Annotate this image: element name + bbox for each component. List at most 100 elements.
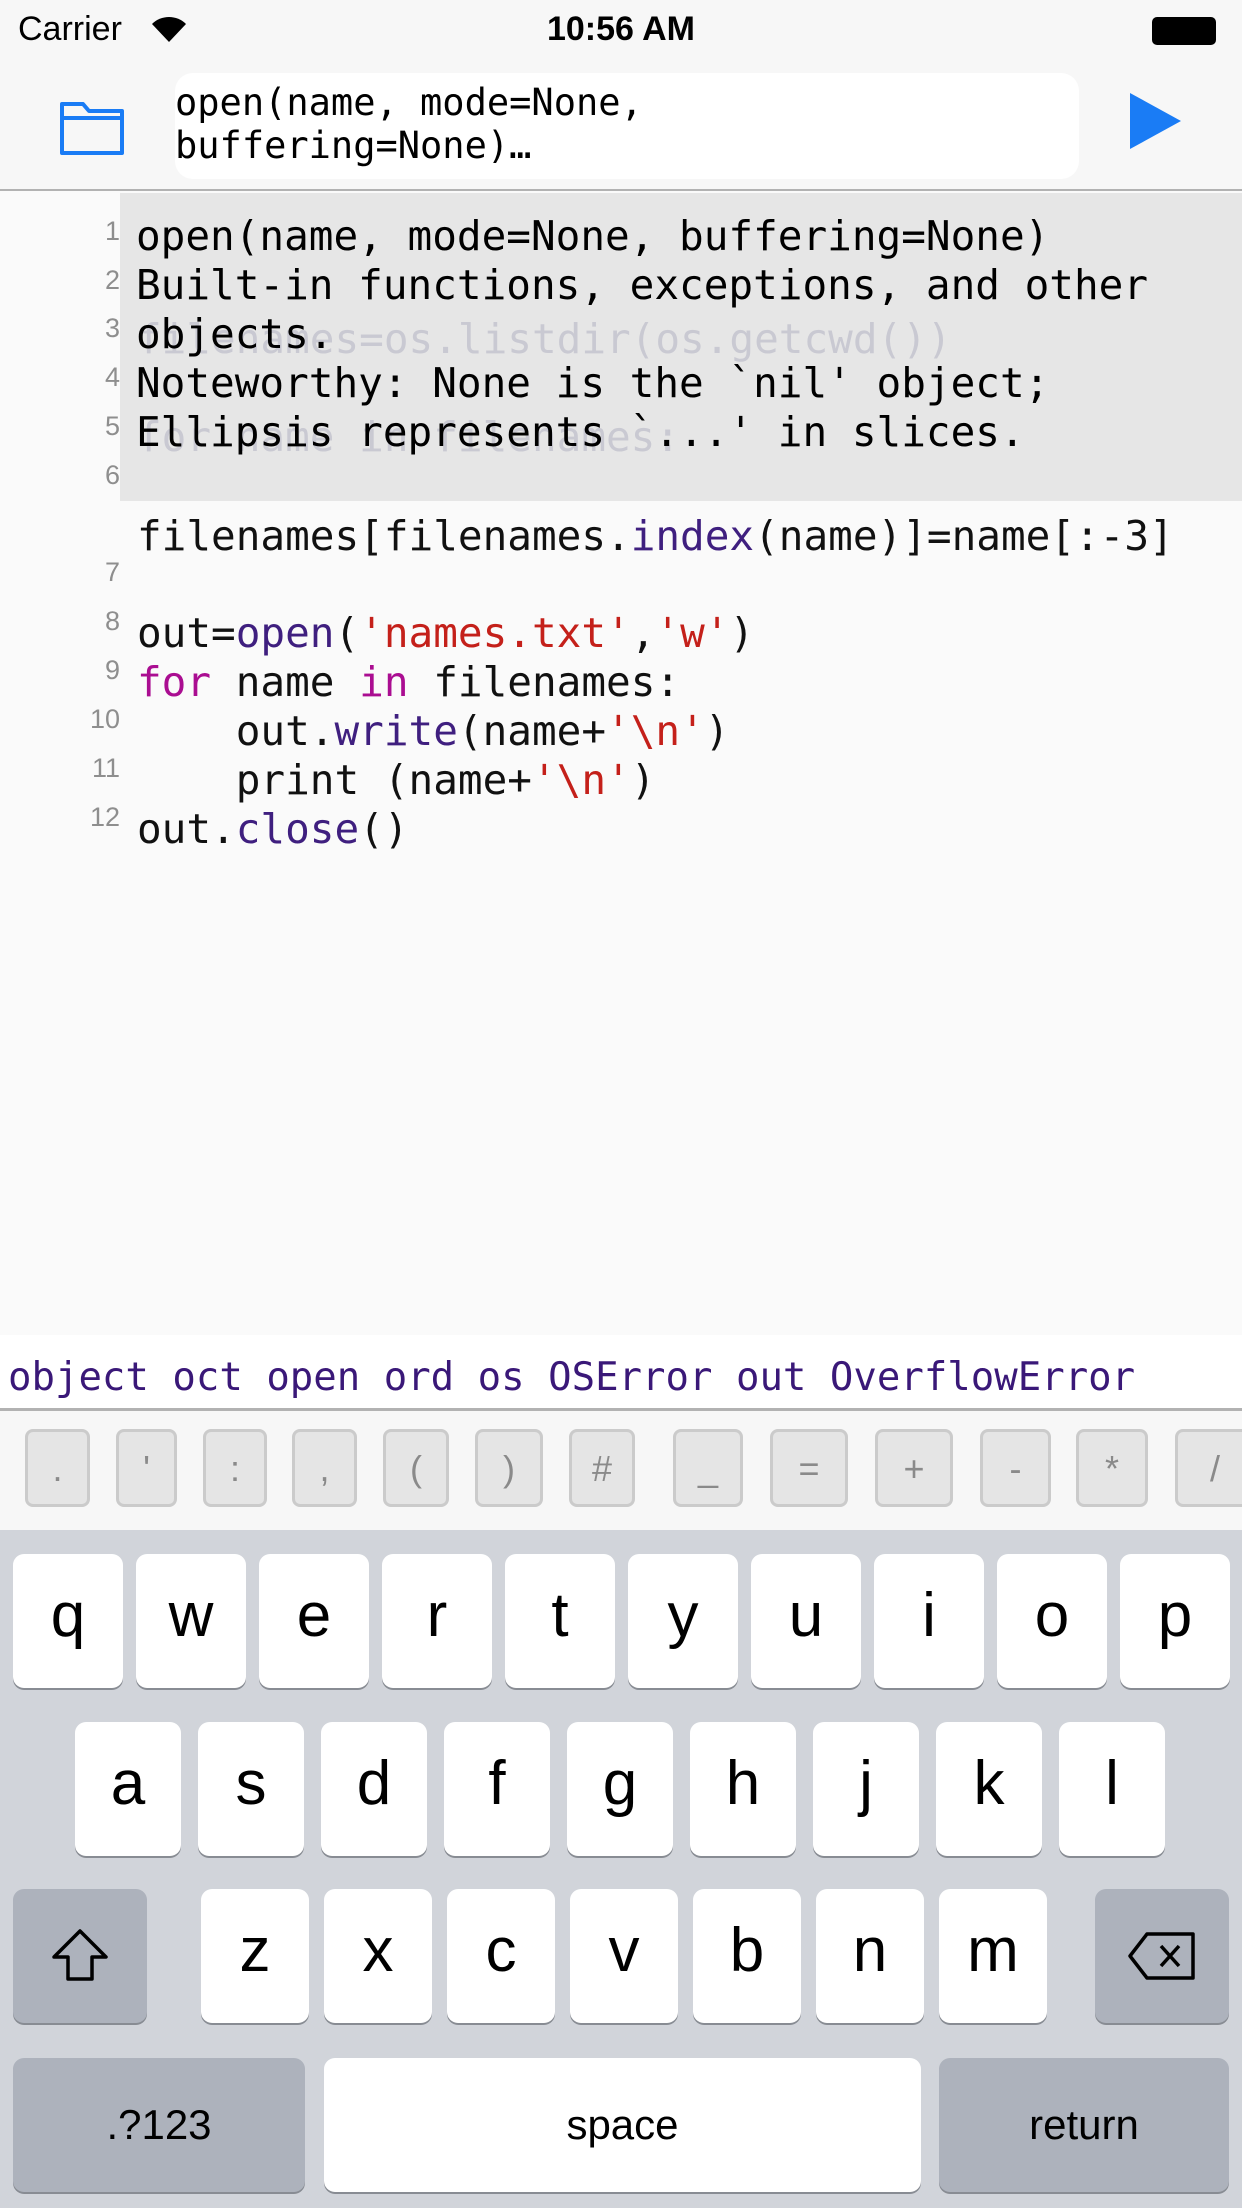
autocomplete-suggestion[interactable]: oct <box>172 1355 242 1400</box>
symbol-key[interactable]: ) <box>475 1429 543 1507</box>
line-number: 12 <box>89 802 120 832</box>
code-token: () <box>359 805 409 853</box>
code-line: out.write(name+'\n') <box>137 707 730 755</box>
symbol-key[interactable]: = <box>770 1429 848 1507</box>
code-token: ) <box>729 609 755 657</box>
return-key[interactable]: return <box>939 2058 1229 2192</box>
symbol-key[interactable]: _ <box>673 1429 743 1507</box>
line-number: 4 <box>104 362 120 392</box>
key-f[interactable]: f <box>444 1722 550 1856</box>
keyword-token: for <box>137 658 212 706</box>
key-h[interactable]: h <box>690 1722 796 1856</box>
hidden-code-line: for name in filenames: <box>137 413 681 461</box>
shift-key[interactable] <box>13 1889 147 2023</box>
line-number: 9 <box>104 655 120 685</box>
code-token: name <box>211 658 360 706</box>
key-z[interactable]: z <box>201 1889 309 2023</box>
line-number: 10 <box>89 704 120 734</box>
key-o[interactable]: o <box>997 1554 1107 1688</box>
key-p[interactable]: p <box>1120 1554 1230 1688</box>
autocomplete-suggestion[interactable]: OSError <box>548 1355 712 1400</box>
string-token: '\n' <box>606 707 705 755</box>
signature-line-2: buffering=None)… <box>175 124 532 167</box>
code-token: out. <box>137 707 335 755</box>
time-label: 10:56 AM <box>546 10 696 48</box>
key-l[interactable]: l <box>1059 1722 1165 1856</box>
key-c[interactable]: c <box>447 1889 555 2023</box>
key-d[interactable]: d <box>321 1722 427 1856</box>
folder-icon[interactable] <box>59 100 125 156</box>
autocomplete-suggestion[interactable]: open <box>266 1355 360 1400</box>
space-key[interactable]: space <box>324 2058 921 2192</box>
key-m[interactable]: m <box>939 1889 1047 2023</box>
line-number: 1 <box>104 216 120 246</box>
symbol-key[interactable]: . <box>25 1429 90 1507</box>
function-token: open <box>235 609 335 657</box>
code-line: print (name+'\n') <box>137 756 656 804</box>
code-token: , <box>630 609 656 657</box>
code-token: out. <box>137 805 236 853</box>
code-token: (name)]=name[:-3] <box>754 512 1174 560</box>
battery-icon <box>1152 17 1216 45</box>
line-number: 2 <box>104 265 120 295</box>
numbers-key[interactable]: .?123 <box>13 2058 305 2192</box>
line-number: 11 <box>91 753 120 783</box>
string-token: 'names.txt' <box>359 609 631 657</box>
string-token: 'w' <box>655 609 730 657</box>
autocomplete-bar: object oct open ord os OSError out Overf… <box>0 1335 1242 1411</box>
autocomplete-suggestion[interactable]: object <box>8 1355 149 1400</box>
code-token: ) <box>630 756 656 804</box>
key-n[interactable]: n <box>816 1889 924 2023</box>
function-token: index <box>630 512 755 560</box>
play-icon[interactable] <box>1128 93 1183 149</box>
key-a[interactable]: a <box>75 1722 181 1856</box>
key-x[interactable]: x <box>324 1889 432 2023</box>
key-e[interactable]: e <box>259 1554 369 1688</box>
line-number: 6 <box>104 460 120 490</box>
symbol-key[interactable]: # <box>569 1429 635 1507</box>
code-line: out.close() <box>137 805 409 853</box>
autocomplete-suggestion[interactable]: OverflowError <box>830 1355 1135 1400</box>
key-u[interactable]: u <box>751 1554 861 1688</box>
key-k[interactable]: k <box>936 1722 1042 1856</box>
toolbar: open(name, mode=None, buffering=None)… <box>0 60 1242 191</box>
autocomplete-suggestion[interactable]: out <box>736 1355 806 1400</box>
keyword-token: in <box>359 658 409 706</box>
line-number: 3 <box>104 313 120 343</box>
key-b[interactable]: b <box>693 1889 801 2023</box>
hidden-code-line: filenames=os.listdir(os.getcwd()) <box>137 315 952 363</box>
delete-key[interactable] <box>1095 1889 1229 2023</box>
code-token: filenames: <box>408 658 681 706</box>
key-q[interactable]: q <box>13 1554 123 1688</box>
code-token: ) <box>704 707 730 755</box>
key-g[interactable]: g <box>567 1722 673 1856</box>
symbol-key[interactable]: ( <box>383 1429 449 1507</box>
key-t[interactable]: t <box>505 1554 615 1688</box>
backspace-icon <box>1128 1932 1195 1980</box>
key-j[interactable]: j <box>813 1722 919 1856</box>
code-token: (name+ <box>457 707 607 755</box>
key-r[interactable]: r <box>382 1554 492 1688</box>
string-token: '\n' <box>531 756 631 804</box>
symbol-key[interactable]: - <box>980 1429 1051 1507</box>
symbol-key[interactable]: , <box>292 1429 357 1507</box>
key-i[interactable]: i <box>874 1554 984 1688</box>
symbol-key[interactable]: + <box>875 1429 953 1507</box>
signature-field[interactable]: open(name, mode=None, buffering=None)… <box>175 73 1079 179</box>
status-bar: Carrier 10:56 AM <box>0 0 1242 60</box>
symbol-key[interactable]: * <box>1076 1429 1148 1507</box>
symbol-key[interactable]: : <box>203 1429 267 1507</box>
key-w[interactable]: w <box>136 1554 246 1688</box>
autocomplete-suggestion[interactable]: os <box>478 1355 525 1400</box>
signature-line-1: open(name, mode=None, <box>175 81 643 124</box>
key-y[interactable]: y <box>628 1554 738 1688</box>
shift-icon <box>52 1929 108 1981</box>
symbol-key[interactable]: / <box>1175 1429 1242 1507</box>
symbol-key[interactable]: ' <box>116 1429 177 1507</box>
code-token: ( <box>334 609 360 657</box>
autocomplete-suggestion[interactable]: ord <box>384 1355 454 1400</box>
key-v[interactable]: v <box>570 1889 678 2023</box>
key-s[interactable]: s <box>198 1722 304 1856</box>
code-token: out= <box>137 609 236 657</box>
code-token: print (name+ <box>137 756 532 804</box>
